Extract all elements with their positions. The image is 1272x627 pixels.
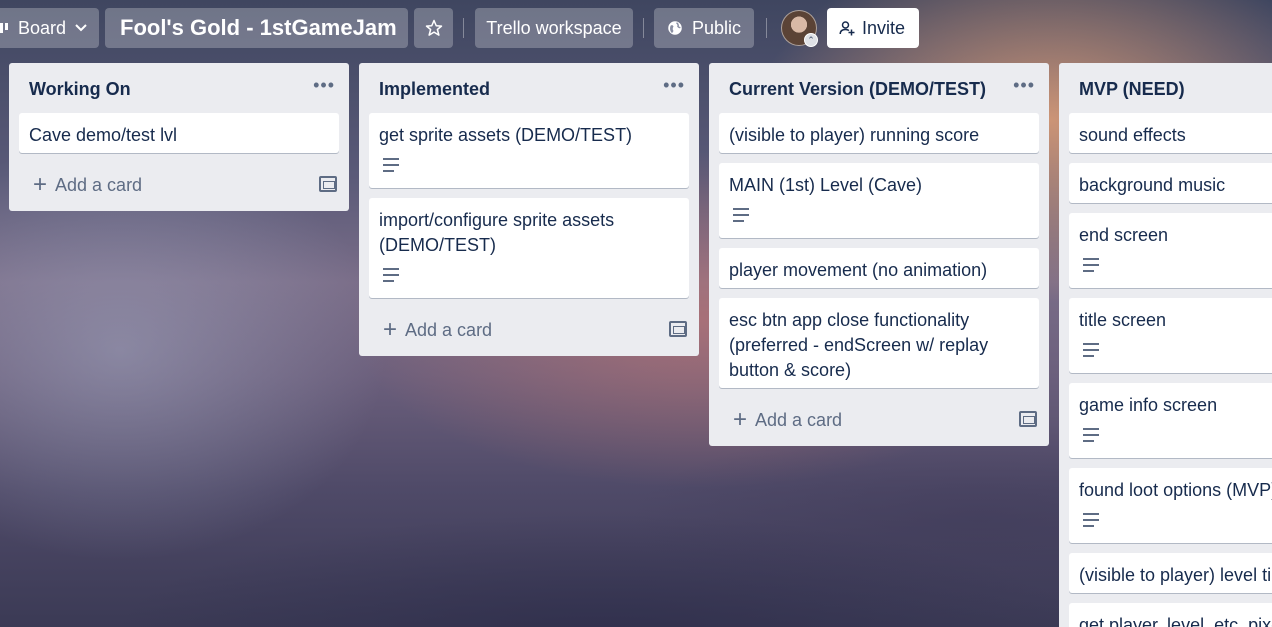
header-divider [463, 18, 464, 38]
add-card-button[interactable]: + Add a card [369, 312, 649, 348]
plus-icon: + [383, 316, 398, 343]
list-card[interactable]: import/configure sprite assets (DEMO/TES… [369, 198, 689, 298]
add-card-label: Add a card [755, 409, 843, 430]
add-card-button[interactable]: + Add a card [19, 167, 299, 203]
list-menu-icon[interactable]: ••• [313, 75, 335, 96]
description-icon [1083, 343, 1099, 357]
card-title: sound effects [1079, 125, 1186, 145]
card-title: end screen [1079, 225, 1169, 245]
list-card[interactable]: MAIN (1st) Level (Cave) [719, 163, 1039, 238]
workspace-button[interactable]: Trello workspace [475, 8, 633, 48]
board-header: Board Fool's Gold - 1stGameJam Trello wo… [0, 0, 1272, 58]
list-card[interactable]: player movement (no animation) [719, 248, 1039, 288]
list-menu-icon[interactable]: ••• [663, 75, 685, 96]
card-template-icon[interactable] [669, 321, 687, 337]
plus-icon: + [33, 171, 48, 198]
list-title[interactable]: Working On [29, 79, 131, 100]
board-title[interactable]: Fool's Gold - 1stGameJam [105, 8, 408, 48]
card-title: (visible to player) running score [729, 125, 980, 145]
card-template-icon[interactable] [319, 176, 337, 192]
list-card[interactable]: end screen [1069, 213, 1272, 288]
list-title[interactable]: Current Version (DEMO/TEST) [729, 79, 986, 100]
add-person-icon [839, 21, 855, 36]
list-card[interactable]: (visible to player) level timer [1069, 553, 1272, 593]
view-label: Board [18, 17, 67, 38]
card-title: found loot options (MVP) [1079, 480, 1272, 500]
list-card[interactable]: found loot options (MVP) [1069, 468, 1272, 543]
admin-badge-icon: ⌃ [804, 33, 818, 47]
list-card[interactable]: title screen [1069, 298, 1272, 373]
list-header: Current Version (DEMO/TEST) ••• [709, 63, 1049, 113]
description-icon [733, 208, 749, 222]
add-card-label: Add a card [55, 174, 143, 195]
list-header: MVP (NEED) [1059, 63, 1272, 113]
board-view-switcher[interactable]: Board [0, 8, 99, 48]
chevron-down-icon [75, 24, 87, 32]
description-icon [383, 158, 399, 172]
visibility-label: Public [692, 17, 742, 38]
list-card[interactable]: sound effects [1069, 113, 1272, 153]
add-card-label: Add a card [405, 319, 493, 340]
card-title: game info screen [1079, 395, 1218, 415]
list-current-version: Current Version (DEMO/TEST) ••• (visible… [709, 63, 1049, 446]
list-header: Implemented ••• [359, 63, 699, 113]
card-title: get player, level, etc. pixel art [1079, 615, 1272, 627]
list-working-on: Working On ••• Cave demo/test lvl + Add … [9, 63, 349, 211]
list-card[interactable]: esc btn app close functionality (preferr… [719, 298, 1039, 388]
list-card[interactable]: get player, level, etc. pixel art [1069, 603, 1272, 627]
invite-label: Invite [862, 17, 906, 38]
list-menu-icon[interactable]: ••• [1013, 75, 1035, 96]
card-title: Cave demo/test lvl [29, 125, 178, 145]
card-title: (visible to player) level timer [1079, 565, 1272, 585]
list-header: Working On ••• [9, 63, 349, 113]
list-card[interactable]: (visible to player) running score [719, 113, 1039, 153]
list-card[interactable]: Cave demo/test lvl [19, 113, 339, 153]
description-icon [383, 268, 399, 282]
list-card[interactable]: get sprite assets (DEMO/TEST) [369, 113, 689, 188]
globe-icon [668, 21, 682, 35]
header-divider [766, 18, 767, 38]
list-card[interactable]: game info screen [1069, 383, 1272, 458]
star-button[interactable] [414, 8, 453, 48]
card-title: esc btn app close functionality (preferr… [729, 310, 989, 380]
card-title: get sprite assets (DEMO/TEST) [379, 125, 633, 145]
invite-button[interactable]: Invite [827, 8, 919, 48]
card-title: player movement (no animation) [729, 260, 988, 280]
avatar[interactable]: ⌃ [781, 10, 818, 47]
list-card[interactable]: background music [1069, 163, 1272, 203]
board-view-icon [0, 23, 8, 33]
card-title: MAIN (1st) Level (Cave) [729, 175, 923, 195]
description-icon [1083, 258, 1099, 272]
card-title: title screen [1079, 310, 1167, 330]
header-divider [643, 18, 644, 38]
add-card-button[interactable]: + Add a card [719, 402, 999, 438]
plus-icon: + [733, 406, 748, 433]
description-icon [1083, 428, 1099, 442]
card-title: background music [1079, 175, 1226, 195]
visibility-button[interactable]: Public [654, 8, 754, 48]
list-title[interactable]: MVP (NEED) [1079, 79, 1185, 100]
list-mvp-need: MVP (NEED) sound effects background musi… [1059, 63, 1272, 627]
list-implemented: Implemented ••• get sprite assets (DEMO/… [359, 63, 699, 356]
star-icon [425, 19, 442, 36]
card-title: import/configure sprite assets (DEMO/TES… [379, 210, 615, 255]
description-icon [1083, 513, 1099, 527]
card-template-icon[interactable] [1019, 411, 1037, 427]
list-title[interactable]: Implemented [379, 79, 490, 100]
